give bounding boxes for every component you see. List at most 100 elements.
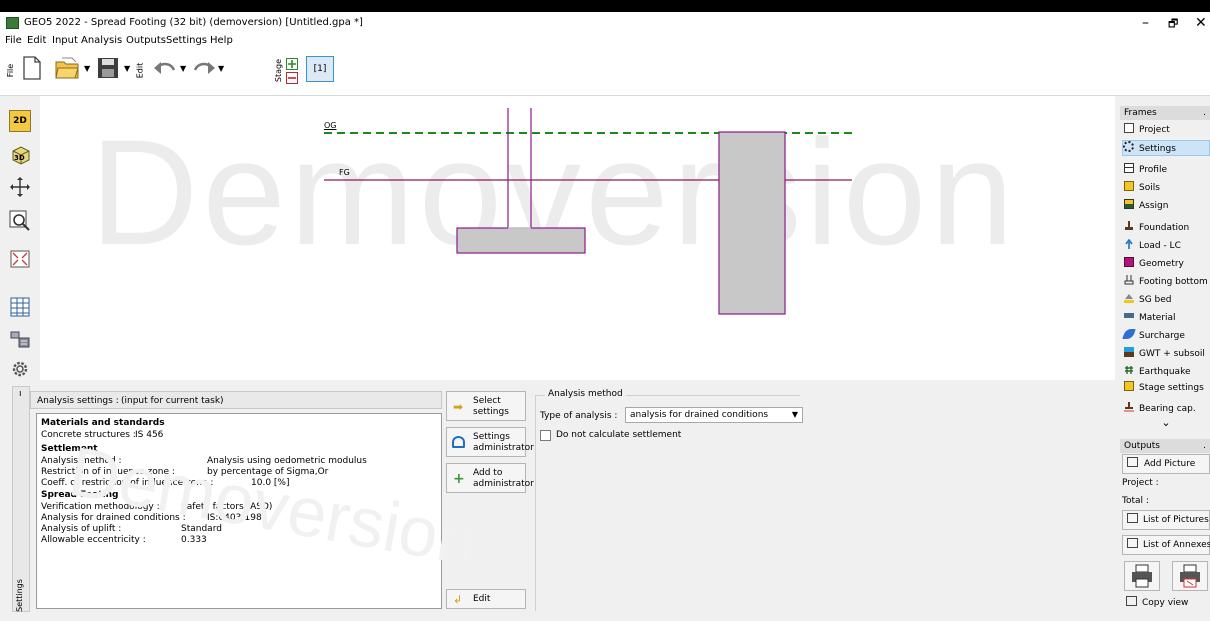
profile-icon — [1124, 163, 1134, 173]
title-bar: GEO5 2022 - Spread Footing (32 bit) (dem… — [0, 12, 1210, 34]
frames-scroll-down[interactable]: ⌄ — [1122, 417, 1210, 433]
section-title: Spread Footing — [41, 490, 119, 500]
toolbar-file-label: File — [6, 63, 16, 78]
frame-surcharge[interactable]: Surcharge — [1122, 328, 1210, 344]
outputs-project: Project : — [1122, 478, 1159, 488]
setting-value: IS 456 — [135, 430, 164, 440]
sg-bed-icon — [1124, 293, 1134, 303]
undo-icon[interactable] — [153, 60, 177, 81]
copy-icon — [1126, 596, 1137, 606]
analysis-settings-bar: Analysis settings : (input for current t… — [30, 391, 442, 409]
footing-drawing — [324, 108, 852, 315]
earthquake-icon — [1124, 365, 1134, 375]
frame-earthquake[interactable]: Earthquake — [1124, 364, 1210, 380]
undo-dropdown-icon[interactable]: ▼ — [180, 64, 186, 73]
3d-view-button[interactable]: 3D — [9, 144, 31, 166]
setting-label: Verification methodology : — [41, 502, 160, 512]
drawing-canvas[interactable]: Demoversion OG FG — [40, 96, 1115, 380]
section-title: Settlement — [41, 444, 98, 454]
frame-load-lc[interactable]: Load - LC — [1124, 238, 1210, 254]
frame-footing-bottom[interactable]: Footing bottom — [1124, 274, 1210, 290]
settings-frame: ı Settings Analysis settings : (input fo… — [0, 380, 1118, 621]
frames-header: Frames. — [1120, 106, 1210, 120]
edit-button[interactable]: ↲ Edit — [446, 589, 526, 609]
frame-bearing-cap[interactable]: Bearing cap. — [1124, 401, 1210, 417]
load-icon — [1124, 238, 1134, 249]
menu-analysis[interactable]: Analysis — [81, 35, 122, 46]
frame-material[interactable]: Material — [1124, 310, 1210, 326]
remove-stage-icon[interactable] — [286, 72, 298, 87]
setting-value: Analysis using oedometric modulus — [207, 456, 367, 466]
section-title: Materials and standards — [41, 418, 165, 428]
no-settlement-checkbox[interactable] — [540, 430, 551, 441]
list-of-pictures-button[interactable]: List of Pictures — [1122, 510, 1210, 530]
menu-file[interactable]: File — [5, 35, 22, 46]
foundation-icon — [1124, 221, 1134, 231]
redo-dropdown-icon[interactable]: ▼ — [218, 64, 224, 73]
save-dropdown-icon[interactable]: ▼ — [124, 64, 130, 73]
fit-view-icon[interactable] — [9, 248, 31, 270]
analysis-method-title: Analysis method — [545, 389, 626, 399]
toolbar: File ▼ ▼ Edit ▼ ▼ Stage [1] — [0, 48, 1210, 96]
move-icon[interactable] — [9, 176, 31, 198]
export-print-button[interactable] — [1172, 561, 1208, 591]
setting-value: 0.333 — [181, 535, 207, 545]
annexes-list-icon — [1127, 538, 1138, 548]
gear-icon[interactable] — [9, 358, 31, 380]
setting-label: Restriction of influence zone : — [41, 467, 175, 477]
maximize-button[interactable]: 🗗 — [1168, 16, 1178, 32]
zoom-icon[interactable] — [9, 210, 31, 232]
add-to-administrator-button[interactable]: + Add to administrator — [446, 463, 534, 493]
assign-icon — [1124, 199, 1134, 209]
frame-sg-bed[interactable]: SG bed — [1124, 292, 1210, 308]
list-of-annexes-button[interactable]: List of Annexes — [1122, 535, 1210, 555]
frame-stage-settings[interactable]: Stage settings — [1124, 380, 1210, 396]
menu-help[interactable]: Help — [210, 35, 233, 46]
setting-value: IS:6403-1981 — [207, 513, 268, 523]
bearing-icon — [1124, 402, 1134, 412]
setting-label: Analysis method : — [41, 456, 122, 466]
layers-icon[interactable] — [9, 328, 31, 350]
2d-view-button[interactable]: 2D — [9, 110, 31, 132]
document-icon — [1124, 123, 1134, 133]
save-icon[interactable] — [96, 56, 120, 83]
setting-label: Analysis of uplift : — [41, 524, 122, 534]
menu-input[interactable]: Input — [52, 35, 78, 46]
add-picture-button[interactable]: Add Picture — [1122, 454, 1210, 474]
open-dropdown-icon[interactable]: ▼ — [84, 64, 90, 73]
frame-project[interactable]: Project — [1124, 122, 1210, 138]
table-view-icon[interactable] — [9, 296, 31, 318]
type-of-analysis-select[interactable]: analysis for drained conditions ▼ — [625, 407, 803, 423]
close-button[interactable]: ✕ — [1195, 15, 1207, 31]
outputs-total: Total : — [1122, 496, 1149, 506]
menu-outputs[interactable]: Outputs — [126, 35, 166, 46]
menu-edit[interactable]: Edit — [27, 35, 46, 46]
frame-foundation[interactable]: Foundation — [1124, 220, 1210, 236]
minimize-button[interactable]: – — [1142, 15, 1149, 31]
setting-value: Standard — [181, 524, 222, 534]
open-file-icon[interactable] — [54, 56, 80, 83]
frame-profile[interactable]: Profile — [1124, 162, 1210, 178]
frame-geometry[interactable]: Geometry — [1124, 256, 1210, 272]
frame-gwt-subsoil[interactable]: GWT + subsoil — [1124, 346, 1210, 362]
menu-settings[interactable]: Settings — [166, 35, 207, 46]
frame-settings[interactable]: Settings — [1122, 140, 1210, 156]
plus-icon: + — [453, 471, 465, 487]
app-icon — [6, 17, 19, 29]
analysis-method-border — [535, 395, 536, 611]
geometry-icon — [1124, 257, 1134, 267]
new-file-icon[interactable] — [22, 56, 42, 83]
print-button[interactable] — [1124, 561, 1160, 591]
copy-view-button[interactable]: Copy view — [1122, 594, 1210, 614]
settings-administrator-button[interactable]: Settings administrator — [446, 427, 534, 457]
setting-value: Safety factors (ASD) — [181, 502, 273, 512]
stage-1-button[interactable]: [1] — [306, 56, 334, 82]
soil-profile-column — [718, 131, 786, 315]
redo-icon[interactable] — [192, 60, 216, 81]
select-settings-button[interactable]: ➡ Select settings — [446, 391, 526, 421]
soils-icon — [1124, 181, 1134, 191]
frame-soils[interactable]: Soils — [1124, 180, 1210, 196]
frame-assign[interactable]: Assign — [1124, 198, 1210, 214]
add-stage-icon[interactable] — [286, 58, 298, 73]
setting-label: Coeff. of restriction of influence zone … — [41, 478, 214, 488]
